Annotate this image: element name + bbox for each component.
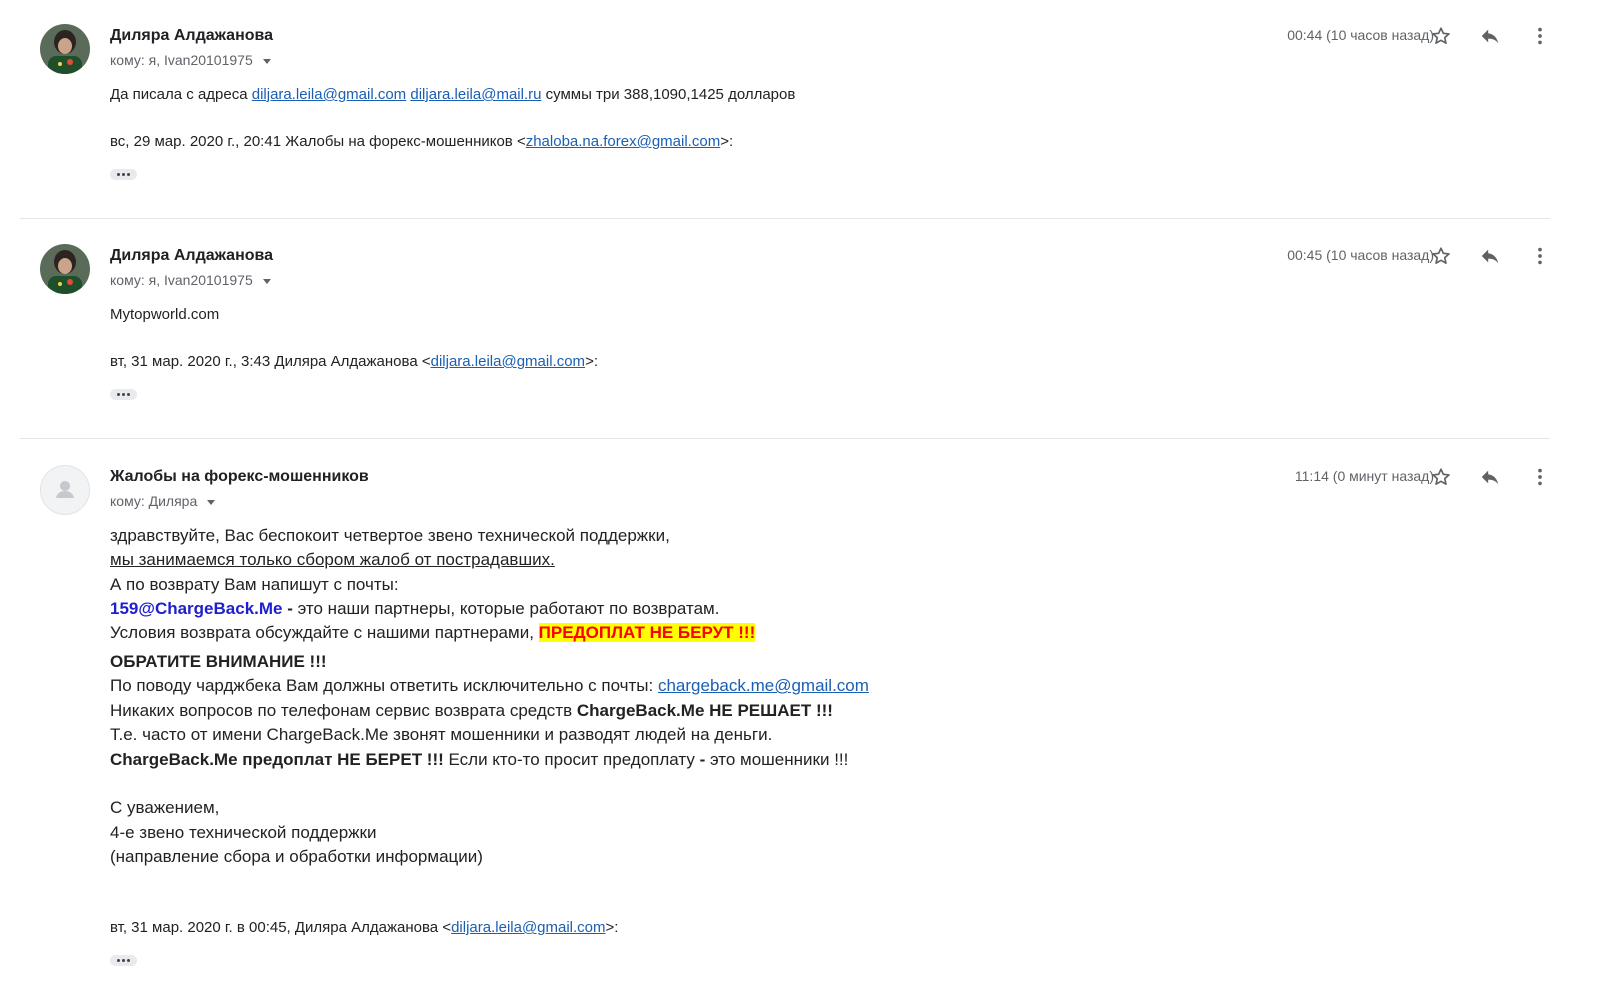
body-line: А по возврату Вам напишут с почты: <box>110 575 399 594</box>
body-text: Условия возврата обсуждайте с нашими пар… <box>110 623 539 642</box>
message-divider <box>20 438 1550 439</box>
body-text: это наши партнеры, которые работают по в… <box>297 599 720 618</box>
chevron-down-icon[interactable] <box>207 499 216 505</box>
reply-icon[interactable] <box>1476 22 1504 50</box>
star-icon[interactable] <box>1427 242 1455 270</box>
body-line: здравствуйте, Вас беспокоит четвертое зв… <box>110 526 670 545</box>
body-line: Условия возврата обсуждайте с нашими пар… <box>110 623 756 643</box>
email-link[interactable]: diljara.leila@gmail.com <box>431 353 585 370</box>
chevron-down-icon[interactable] <box>262 278 271 284</box>
sender-name: Жалобы на форекс-мошенников <box>110 468 369 485</box>
chevron-down-icon[interactable] <box>262 58 271 64</box>
signature-line: С уважением, <box>110 798 220 817</box>
quote-text: >: <box>720 133 734 150</box>
signature-line: 4-е звено технической поддержки <box>110 823 377 842</box>
body-text: это мошенники !!! <box>705 750 849 769</box>
body-line: По поводу чарджбека Вам должны ответить … <box>110 676 869 696</box>
message-divider <box>20 218 1550 219</box>
quote-header: вт, 31 мар. 2020 г., 3:43 Диляра Алдажан… <box>110 353 598 370</box>
more-vertical-icon[interactable] <box>1526 242 1554 270</box>
message-time: 00:45 (10 часов назад) <box>1287 247 1434 263</box>
ellipsis-icon[interactable] <box>110 389 137 400</box>
ellipsis-icon[interactable] <box>110 955 137 966</box>
body-text: Если кто-то просит предоплату <box>443 750 700 769</box>
message-time: 00:44 (10 часов назад) <box>1287 27 1434 43</box>
body-line: мы занимаемся только сбором жалоб от пос… <box>110 550 555 569</box>
attention-heading: ОБРАТИТЕ ВНИМАНИЕ !!! <box>110 652 327 671</box>
quote-text: >: <box>585 353 598 370</box>
warning-highlight: ПРЕДОПЛАТ НЕ БЕРУТ !!! <box>538 623 756 642</box>
star-icon[interactable] <box>1427 463 1455 491</box>
sender-name: Диляра Алдажанова <box>110 247 274 264</box>
email-link[interactable]: diljara.leila@mail.ru <box>410 86 541 103</box>
sender-name: Диляра Алдажанова <box>110 27 274 44</box>
default-avatar-icon[interactable] <box>40 465 90 515</box>
quote-text: вт, 31 мар. 2020 г. в 00:45, Диляра Алда… <box>110 919 452 936</box>
recipients-text: кому: Диляра <box>110 493 198 509</box>
message-body: Mytopworld.com <box>110 306 220 323</box>
more-vertical-icon[interactable] <box>1526 463 1554 491</box>
body-line: 159@ChargeBack.Me - это наши партнеры, к… <box>110 599 719 619</box>
quote-text: вс, 29 мар. 2020 г., 20:41 Жалобы на фор… <box>110 133 526 150</box>
bold-text: ChargeBack.Me предоплат НЕ БЕРЕТ !!! <box>110 750 444 769</box>
message-2: Диляра Алдажанова кому: я, Ivan20101975 … <box>0 244 1598 414</box>
sender-avatar[interactable] <box>40 24 90 74</box>
more-vertical-icon[interactable] <box>1526 22 1554 50</box>
recipients-line[interactable]: кому: я, Ivan20101975 <box>110 52 271 68</box>
partner-email: 159@ChargeBack.Me <box>110 599 283 618</box>
message-1: Диляра Алдажанова кому: я, Ivan20101975 … <box>0 24 1598 194</box>
body-text: По поводу чарджбека Вам должны ответить … <box>110 676 658 695</box>
body-text: Да писала с адреса <box>110 86 252 103</box>
quote-text: >: <box>605 919 619 936</box>
body-line: Никаких вопросов по телефонам сервис воз… <box>110 701 833 721</box>
star-icon[interactable] <box>1427 22 1455 50</box>
recipients-text: кому: я, Ivan20101975 <box>110 272 253 288</box>
email-link[interactable]: diljara.leila@gmail.com <box>451 919 605 936</box>
body-line: ChargeBack.Me предоплат НЕ БЕРЕТ !!! Есл… <box>110 750 848 770</box>
email-link[interactable]: diljara.leila@gmail.com <box>252 86 406 103</box>
message-body: Да писала с адреса diljara.leila@gmail.c… <box>110 86 795 103</box>
body-line: Т.е. часто от имени ChargeBack.Me звонят… <box>110 725 773 744</box>
recipients-text: кому: я, Ivan20101975 <box>110 52 253 68</box>
email-link[interactable]: chargeback.me@gmail.com <box>658 676 869 695</box>
quote-text: вт, 31 мар. 2020 г., 3:43 Диляра Алдажан… <box>110 353 431 370</box>
sender-avatar[interactable] <box>40 244 90 294</box>
message-3: Жалобы на форекс-мошенников кому: Диляра… <box>0 465 1598 985</box>
reply-icon[interactable] <box>1476 463 1504 491</box>
dash-text: - <box>282 599 298 618</box>
ellipsis-icon[interactable] <box>110 169 137 180</box>
recipients-line[interactable]: кому: я, Ivan20101975 <box>110 272 271 288</box>
body-text: Никаких вопросов по телефонам сервис воз… <box>110 701 577 720</box>
message-time: 11:14 (0 минут назад) <box>1294 468 1434 484</box>
quote-header: вт, 31 мар. 2020 г. в 00:45, Диляра Алда… <box>110 919 618 936</box>
body-text: суммы три 388,1090,1425 долларов <box>541 86 796 103</box>
email-link[interactable]: zhaloba.na.forex@gmail.com <box>526 133 721 150</box>
signature-line: (направление сбора и обработки информаци… <box>110 847 483 866</box>
bold-text: ChargeBack.Me НЕ РЕШАЕТ !!! <box>576 701 833 720</box>
recipients-line[interactable]: кому: Диляра <box>110 493 216 509</box>
reply-icon[interactable] <box>1476 242 1504 270</box>
quote-header: вс, 29 мар. 2020 г., 20:41 Жалобы на фор… <box>110 133 733 150</box>
